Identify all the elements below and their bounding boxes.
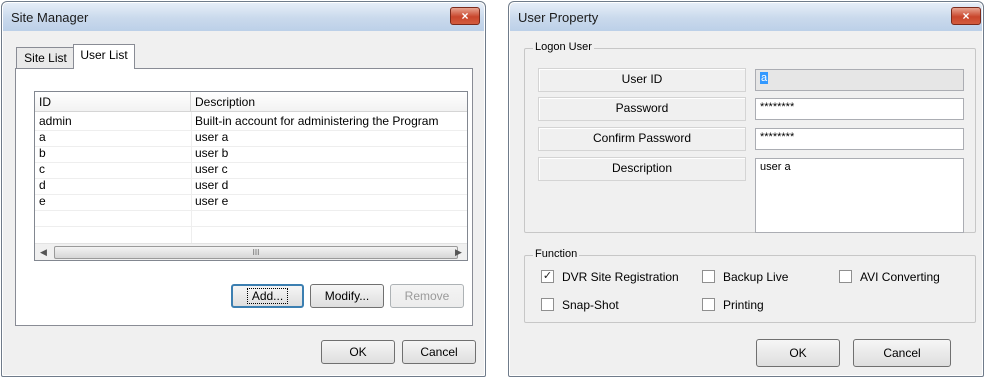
table-row[interactable]: admin Built-in account for administering… [35,114,467,129]
description-label: Description [538,157,746,181]
function-group-label: Function [533,248,580,260]
cell-id: a [39,130,46,144]
cell-description: Built-in account for administering the P… [195,114,439,128]
user-id-value: a [760,72,769,84]
checkbox-unchecked-icon [839,270,852,284]
logon-user-group-label: Logon User [533,41,594,53]
printing-checkbox[interactable]: Printing [702,297,764,313]
user-property-titlebar[interactable]: User Property × [510,3,982,31]
table-row[interactable]: e user e [35,194,467,209]
backup-live-label: Backup Live [723,269,789,284]
user-id-label: User ID [538,68,746,92]
cell-id: c [39,162,45,176]
tab-site-list[interactable]: Site List [16,47,75,69]
checkbox-unchecked-icon [702,270,715,284]
cancel-button-label: Cancel [420,345,458,359]
scroll-right-icon[interactable]: ▶ [450,244,467,260]
table-header: ID Description [35,92,467,112]
column-header-description[interactable]: Description [191,92,467,112]
table-row[interactable]: b user b [35,146,467,161]
dvr-site-registration-checkbox[interactable]: ✓ DVR Site Registration [541,269,679,285]
modify-button-label: Modify... [324,289,370,303]
checkbox-checked-icon: ✓ [541,270,554,284]
ok-button-label: OK [789,346,807,360]
table-row[interactable]: a user a [35,130,467,145]
site-manager-cancel-button[interactable]: Cancel [402,340,476,364]
user-property-cancel-button[interactable]: Cancel [853,339,951,367]
description-value: user a [760,161,791,173]
cell-description: user e [195,194,229,208]
backup-live-checkbox[interactable]: Backup Live [702,269,788,285]
site-manager-ok-button[interactable]: OK [321,340,395,364]
cell-description: user b [195,146,229,160]
site-manager-window: Site Manager × Site List User List ID De… [1,1,486,377]
user-id-label-text: User ID [621,72,663,86]
modify-button[interactable]: Modify... [310,284,384,308]
printing-label: Printing [723,297,764,312]
avi-converting-checkbox[interactable]: AVI Converting [839,269,940,285]
row-divider [35,210,467,211]
tab-user-list[interactable]: User List [73,44,135,69]
checkbox-unchecked-icon [541,298,554,312]
cell-description: user a [195,130,229,144]
cell-id: admin [39,114,72,128]
cell-id: d [39,178,46,192]
cancel-button-label: Cancel [883,346,921,360]
user-property-title: User Property [518,10,599,25]
tab-user-list-label: User List [80,48,128,62]
password-value: ******** [760,101,795,113]
snap-shot-label: Snap-Shot [562,297,619,312]
close-icon: × [962,9,970,23]
site-manager-titlebar[interactable]: Site Manager × [3,3,484,31]
password-label-text: Password [615,101,669,115]
row-divider [35,226,467,227]
checkbox-unchecked-icon [702,298,715,312]
confirm-password-label-text: Confirm Password [592,131,692,145]
tab-site-list-label: Site List [24,51,67,65]
horizontal-scrollbar[interactable]: ◀ III ▶ [35,243,467,260]
user-list-table[interactable]: ID Description admin Built-in account fo… [34,91,468,261]
cell-id: e [39,194,46,208]
password-label: Password [538,97,746,121]
table-row[interactable]: c user c [35,162,467,177]
password-field[interactable]: ******** [755,98,964,120]
confirm-password-label: Confirm Password [538,127,746,151]
user-property-close-button[interactable]: × [951,7,981,25]
remove-button[interactable]: Remove [390,284,464,308]
scrollbar-thumb[interactable]: III [54,246,458,259]
table-row[interactable]: d user d [35,178,467,193]
scroll-left-icon[interactable]: ◀ [35,244,52,260]
user-id-field[interactable]: a [755,69,964,91]
avi-converting-label: AVI Converting [860,269,940,284]
ok-button-label: OK [349,345,367,359]
user-property-ok-button[interactable]: OK [756,339,840,367]
description-label-text: Description [611,161,673,175]
user-property-window: User Property × Logon User User ID a Pas… [508,1,984,377]
confirm-password-value: ******** [760,131,795,143]
cell-description: user c [195,162,228,176]
site-manager-title: Site Manager [11,10,89,25]
column-header-id[interactable]: ID [35,92,191,112]
snap-shot-checkbox[interactable]: Snap-Shot [541,297,619,313]
remove-button-label: Remove [404,289,450,303]
confirm-password-field[interactable]: ******** [755,128,964,150]
description-textarea[interactable]: user a [755,158,964,233]
cell-description: user d [195,178,229,192]
dvr-site-registration-label: DVR Site Registration [562,269,679,284]
add-button[interactable]: Add... [231,284,304,308]
cell-id: b [39,146,46,160]
site-manager-close-button[interactable]: × [450,7,480,25]
add-button-label: Add... [246,288,289,304]
close-icon: × [461,9,469,23]
